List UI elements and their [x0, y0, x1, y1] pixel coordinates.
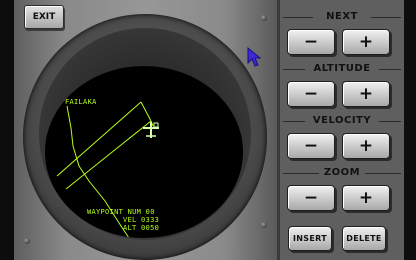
bolt-icon: [261, 222, 267, 228]
altitude-decrement-button[interactable]: −: [287, 81, 335, 107]
velocity-increment-button[interactable]: +: [342, 133, 390, 159]
altitude-readout: ALT 0050: [123, 224, 160, 232]
delete-waypoint-button[interactable]: DELETE: [342, 226, 386, 251]
bolt-icon: [24, 238, 30, 244]
velocity-decrement-button[interactable]: −: [287, 133, 335, 159]
arrow-cursor-icon: [247, 47, 261, 67]
zoom-in-button[interactable]: +: [342, 185, 390, 211]
control-panel: NEXT − + ALTITUDE − + VELOCITY − + ZOOM …: [279, 0, 404, 260]
coastline: [66, 105, 130, 238]
exit-button[interactable]: EXIT: [24, 5, 64, 29]
waypoint-label: FAILAKA: [65, 98, 97, 106]
zoom-out-button[interactable]: −: [287, 185, 335, 211]
velocity-readout: VEL 0333: [123, 216, 160, 224]
insert-waypoint-button[interactable]: INSERT: [288, 226, 332, 251]
next-title: NEXT: [326, 11, 358, 22]
radar-screen[interactable]: FAILAKA WAYPOINT NUM 00 VEL 0333 ALT 005…: [45, 66, 243, 238]
next-increment-button[interactable]: +: [342, 29, 390, 55]
bolt-icon: [261, 15, 267, 21]
zoom-title: ZOOM: [323, 167, 361, 178]
altitude-increment-button[interactable]: +: [342, 81, 390, 107]
velocity-title: VELOCITY: [312, 115, 372, 126]
aircraft-icon: [143, 122, 159, 138]
waypoint-readout-line-1: WAYPOINT NUM 00: [87, 208, 155, 216]
next-decrement-button[interactable]: −: [287, 29, 335, 55]
route-line: [140, 101, 152, 122]
altitude-title: ALTITUDE: [313, 63, 371, 74]
